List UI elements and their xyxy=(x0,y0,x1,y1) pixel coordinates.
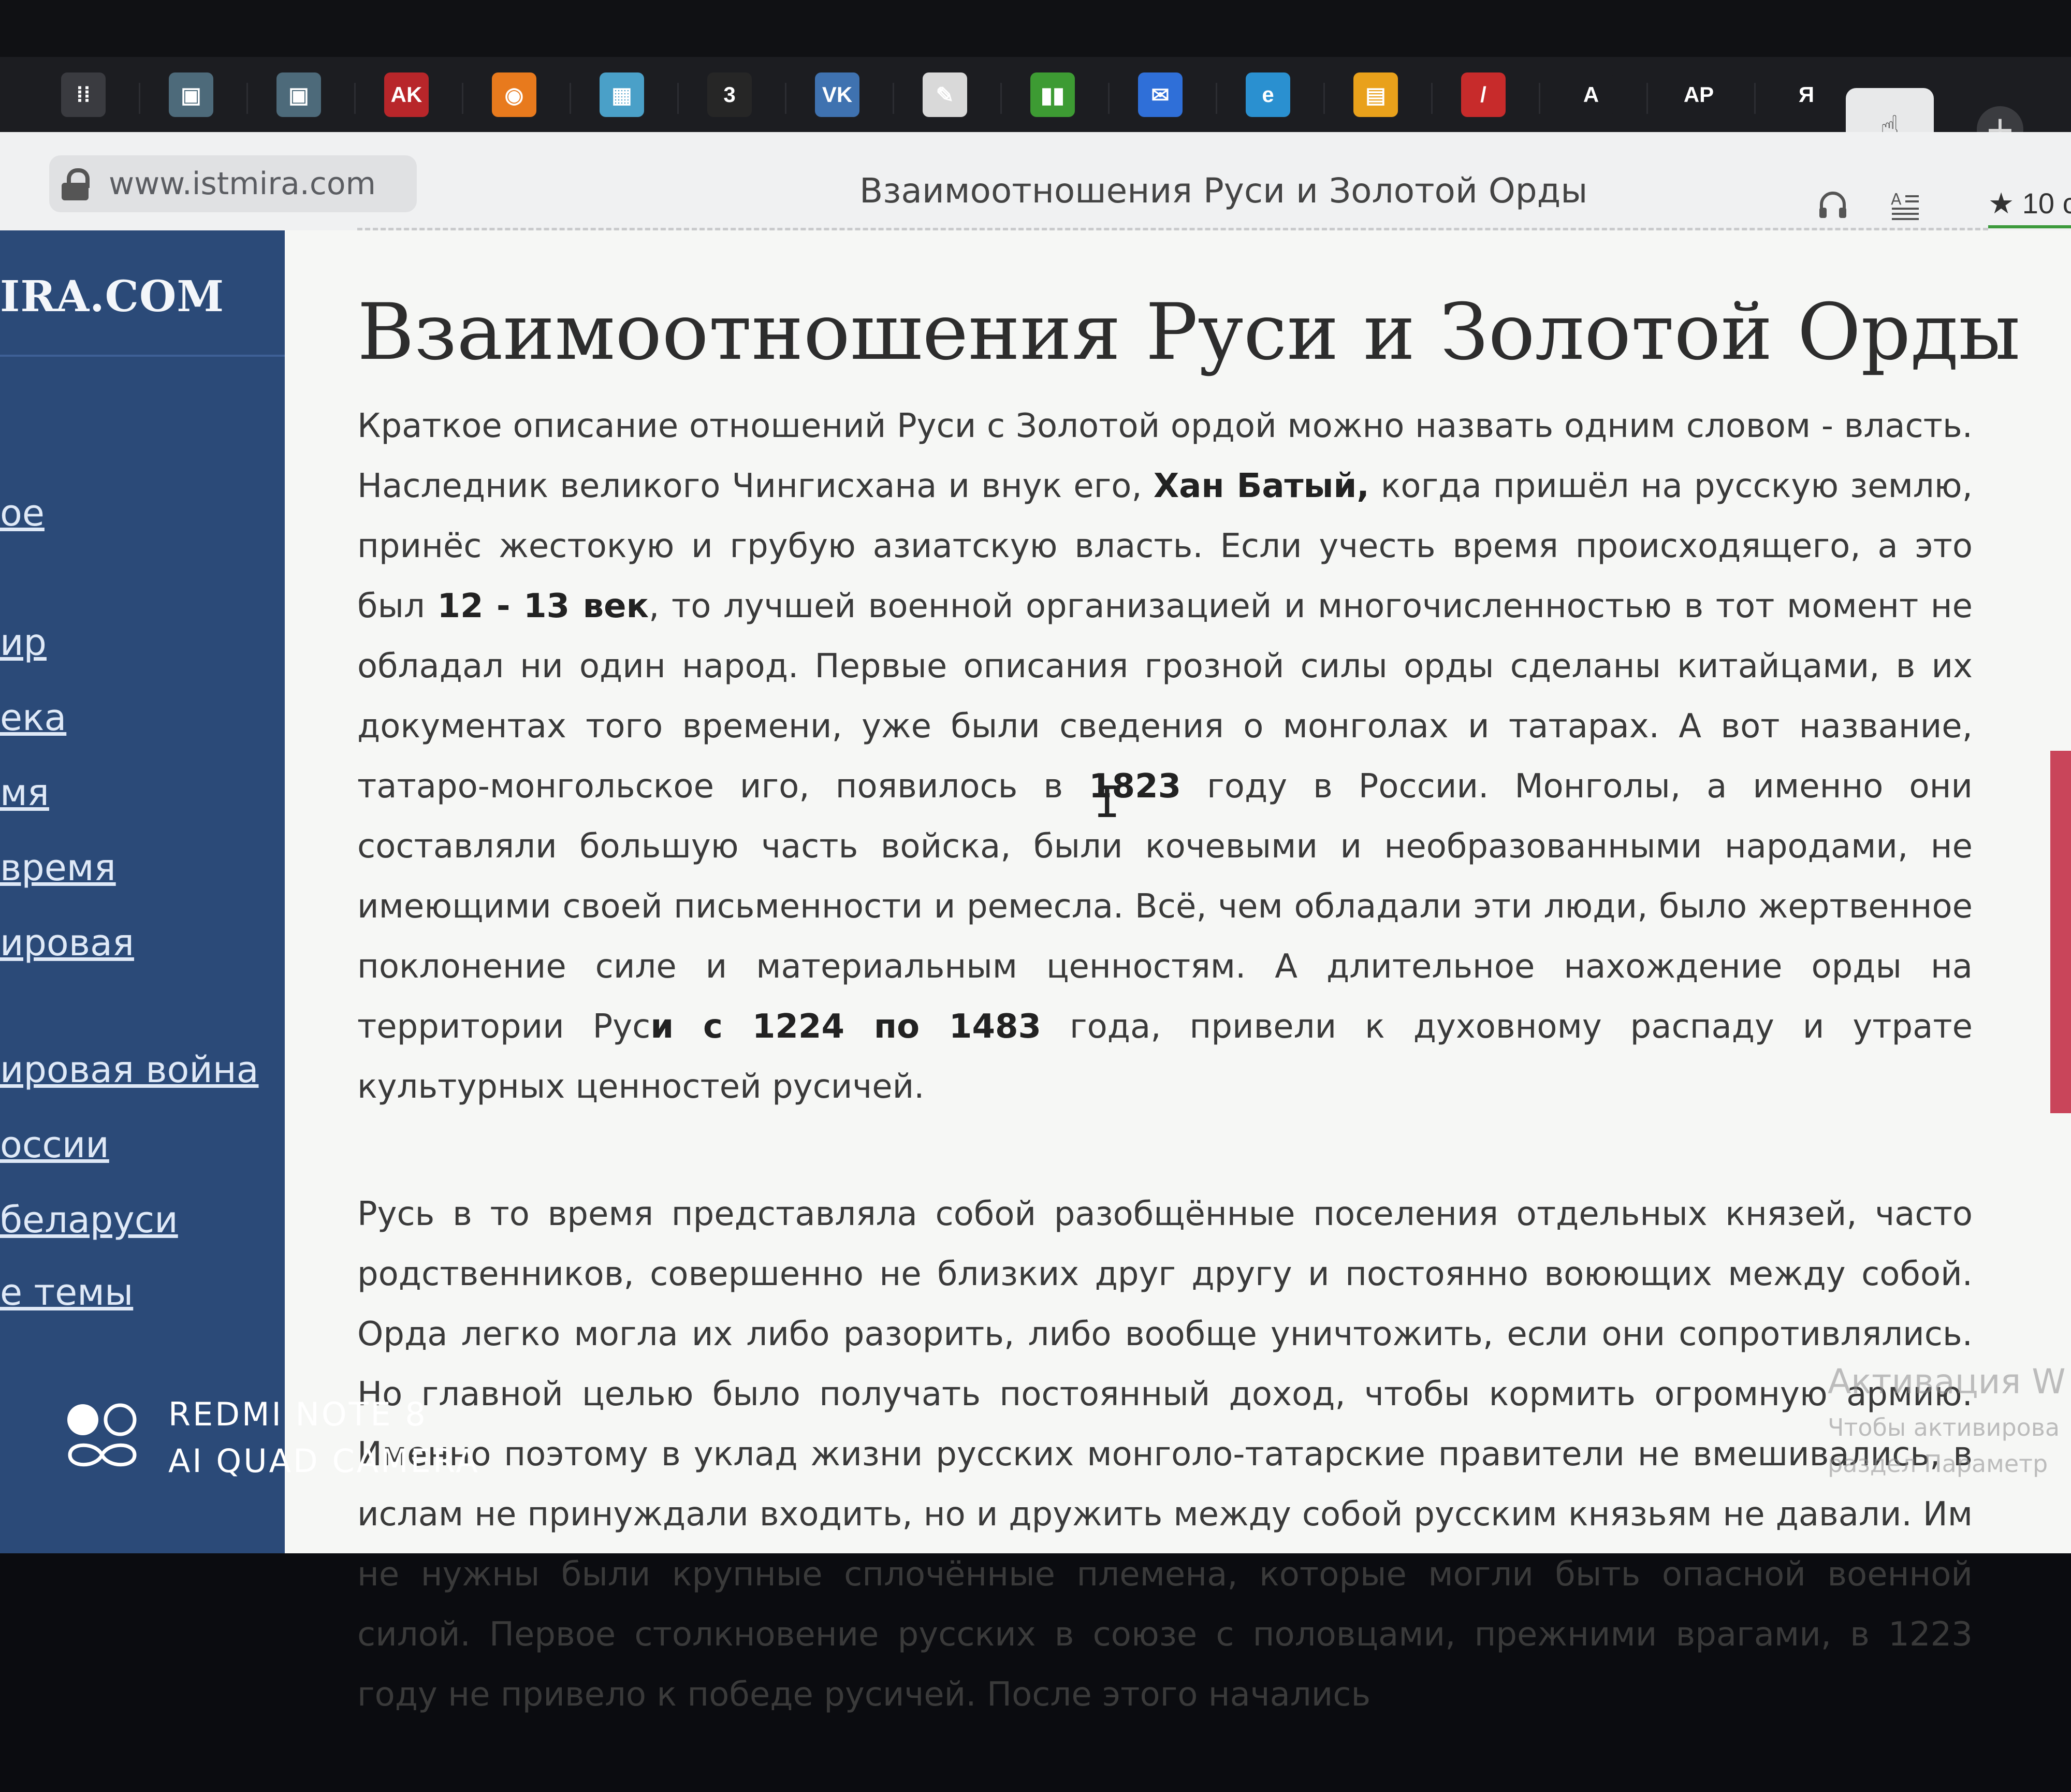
activation-watermark: Активация W xyxy=(1828,1362,2066,1402)
article-body: Краткое описание отношений Руси с Золото… xyxy=(357,396,1973,1792)
ak-icon[interactable]: AK xyxy=(384,72,429,117)
screen-bezel xyxy=(0,0,2071,57)
taskbar-separator xyxy=(785,83,786,114)
taskbar-separator xyxy=(1754,83,1756,114)
svg-text:A: A xyxy=(1891,191,1902,209)
vk-icon[interactable]: VK xyxy=(815,72,859,117)
article-content: Взаимоотношения Руси и Золотой Орды Крат… xyxy=(285,230,2071,1714)
site-logo[interactable]: IRA.COM xyxy=(0,272,224,322)
sidebar-link[interactable]: ировая война xyxy=(0,1048,259,1091)
activation-watermark-sub: Чтобы активирова xyxy=(1828,1414,2060,1441)
taskbar-separator xyxy=(139,83,140,114)
url-field[interactable]: www.istmira.com xyxy=(49,155,417,212)
camera-feature-text: AI QUAD CAMERA xyxy=(168,1442,480,1480)
taskbar-separator xyxy=(1108,83,1110,114)
sidebar: IRA.COM ое ир ека мя время ировая ировая… xyxy=(0,230,285,1553)
tab-page-title: Взаимоотношения Руси и Золотой Орды xyxy=(859,171,1588,211)
sidebar-link[interactable]: беларуси xyxy=(0,1199,178,1241)
camera-logo-icon xyxy=(67,1403,137,1467)
rating-badge[interactable]: ★ 10 с xyxy=(1988,186,2071,221)
taskbar-separator xyxy=(1431,83,1433,114)
article-paragraph: Русь в то время представляла собой разоб… xyxy=(357,1195,1973,1714)
bold-text: и с 1224 по 1483 xyxy=(650,1008,1042,1046)
sidebar-link[interactable]: ировая xyxy=(0,922,134,964)
reader-mode-icon[interactable]: A xyxy=(1890,189,1921,220)
sidebar-link[interactable]: время xyxy=(0,847,116,889)
doc-icon[interactable]: ✎ xyxy=(923,72,967,117)
article-paragraph: Краткое описание отношений Руси с Золото… xyxy=(357,396,1973,1117)
taskbar-separator xyxy=(893,83,894,114)
pen-icon[interactable]: / xyxy=(1461,72,1506,117)
news-icon[interactable]: ▤ xyxy=(1353,72,1398,117)
sidebar-link[interactable]: оссии xyxy=(0,1124,109,1166)
edge-icon[interactable]: e xyxy=(1246,72,1290,117)
taskbar-separator xyxy=(677,83,679,114)
sidebar-link[interactable]: ое xyxy=(0,492,45,534)
calendar-icon[interactable]: ▦ xyxy=(600,72,644,117)
letter-a-icon[interactable]: A xyxy=(1569,72,1613,117)
ar-icon[interactable]: AP xyxy=(1676,72,1721,117)
camera-model-text: REDMI NOTE 8 xyxy=(168,1395,428,1433)
taskbar-separator xyxy=(246,83,248,114)
sidebar-divider xyxy=(0,355,285,357)
taskbar-separator xyxy=(1216,83,1217,114)
taskbar-separator xyxy=(1000,83,1002,114)
taskbar-separator xyxy=(462,83,463,114)
three-icon[interactable]: 3 xyxy=(707,72,752,117)
address-bar: www.istmira.com Взаимоотношения Руси и З… xyxy=(0,132,2071,230)
edge-accent xyxy=(2050,751,2071,1113)
ok-icon[interactable]: ◉ xyxy=(492,72,536,117)
sidebar-link[interactable]: ека xyxy=(0,696,66,739)
text-cursor-icon: I xyxy=(1094,777,1120,827)
headphones-icon[interactable] xyxy=(1817,189,1848,220)
url-text: www.istmira.com xyxy=(109,166,376,202)
apps-grid-icon[interactable]: ⁞⁞ xyxy=(61,72,106,117)
bold-text: Хан Батый, xyxy=(1153,467,1369,505)
sidebar-link[interactable]: ир xyxy=(0,621,47,664)
mail-icon[interactable]: ✉ xyxy=(1138,72,1183,117)
sidebar-link[interactable]: мя xyxy=(0,771,49,814)
bus-icon[interactable]: ▣ xyxy=(169,72,213,117)
bus-icon-2[interactable]: ▣ xyxy=(276,72,321,117)
taskbar-separator xyxy=(354,83,356,114)
bold-text: 12 - 13 век xyxy=(437,587,649,625)
taskbar-separator xyxy=(1323,83,1325,114)
taskbar-separator xyxy=(1539,83,1540,114)
lock-icon[interactable] xyxy=(60,168,91,200)
activation-watermark-sub2: раздел Параметр xyxy=(1828,1450,2048,1478)
pinned-tabs-bar: ⁞⁞ ▣ ▣ AK ◉ ▦ 3 VK ✎ ▮▮ ✉ e ▤ / A AP Я xyxy=(0,57,2071,135)
paragraph-text: году в России. Монголы, а именно они сос… xyxy=(357,767,1973,1046)
article-title: Взаимоотношения Руси и Золотой Орды xyxy=(357,287,2021,377)
rating-underline xyxy=(1988,225,2071,228)
sidebar-link[interactable]: е темы xyxy=(0,1271,133,1314)
taskbar-separator xyxy=(570,83,571,114)
yandex-icon[interactable]: Я xyxy=(1784,72,1829,117)
book-icon[interactable]: ▮▮ xyxy=(1030,72,1075,117)
taskbar-separator xyxy=(1646,83,1648,114)
